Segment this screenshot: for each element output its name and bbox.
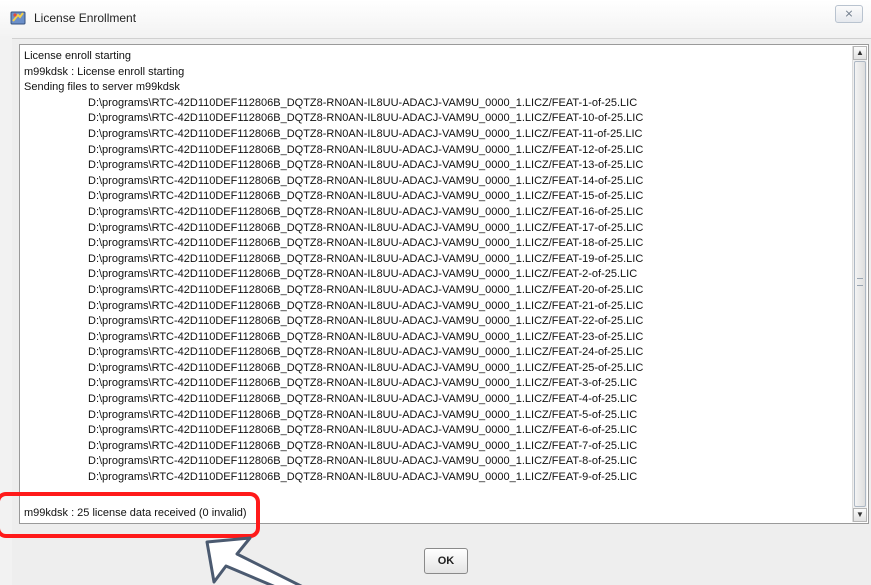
log-file-line: D:\programs\RTC-42D110DEF112806B_DQTZ8-R… bbox=[88, 268, 638, 281]
log-file-line: D:\programs\RTC-42D110DEF112806B_DQTZ8-R… bbox=[88, 424, 638, 437]
log-file-line: D:\programs\RTC-42D110DEF112806B_DQTZ8-R… bbox=[88, 330, 644, 343]
log-line: License enroll starting bbox=[24, 50, 132, 62]
log-file-line: D:\programs\RTC-42D110DEF112806B_DQTZ8-R… bbox=[88, 190, 644, 203]
log-file-line: D:\programs\RTC-42D110DEF112806B_DQTZ8-R… bbox=[88, 96, 638, 109]
arrow-down-icon: ▼ bbox=[856, 510, 864, 519]
scroll-thumb[interactable] bbox=[854, 61, 866, 507]
log-file-line: D:\programs\RTC-42D110DEF112806B_DQTZ8-R… bbox=[88, 455, 638, 468]
log-file-line: D:\programs\RTC-42D110DEF112806B_DQTZ8-R… bbox=[88, 174, 644, 187]
log-line: m99kdsk : License enroll starting bbox=[24, 65, 185, 78]
scroll-down-button[interactable]: ▼ bbox=[853, 508, 867, 522]
ok-button[interactable]: OK bbox=[424, 548, 468, 574]
arrow-up-icon: ▲ bbox=[856, 48, 864, 57]
log-line: Sending files to server m99kdsk bbox=[24, 81, 180, 94]
log-file-line: D:\programs\RTC-42D110DEF112806B_DQTZ8-R… bbox=[88, 346, 644, 359]
log-file-line: D:\programs\RTC-42D110DEF112806B_DQTZ8-R… bbox=[88, 283, 644, 296]
log-file-line: D:\programs\RTC-42D110DEF112806B_DQTZ8-R… bbox=[88, 361, 644, 374]
grip-icon bbox=[857, 278, 863, 286]
callout-arrow-icon bbox=[205, 536, 303, 585]
log-file-line: D:\programs\RTC-42D110DEF112806B_DQTZ8-R… bbox=[88, 439, 638, 452]
vertical-scrollbar[interactable]: ▲ ▼ bbox=[852, 46, 867, 522]
scroll-up-button[interactable]: ▲ bbox=[853, 46, 867, 60]
log-file-line: D:\programs\RTC-42D110DEF112806B_DQTZ8-R… bbox=[88, 159, 644, 172]
log-file-line: D:\programs\RTC-42D110DEF112806B_DQTZ8-R… bbox=[88, 143, 644, 156]
log-file-line: D:\programs\RTC-42D110DEF112806B_DQTZ8-R… bbox=[88, 127, 643, 140]
window-title: License Enrollment bbox=[34, 11, 137, 25]
close-button[interactable]: ⨯ bbox=[835, 5, 863, 23]
log-file-line: D:\programs\RTC-42D110DEF112806B_DQTZ8-R… bbox=[88, 205, 644, 218]
log-file-line: D:\programs\RTC-42D110DEF112806B_DQTZ8-R… bbox=[88, 408, 638, 421]
log-file-line: D:\programs\RTC-42D110DEF112806B_DQTZ8-R… bbox=[88, 393, 638, 406]
log-file-line: D:\programs\RTC-42D110DEF112806B_DQTZ8-R… bbox=[88, 299, 644, 312]
log-file-line: D:\programs\RTC-42D110DEF112806B_DQTZ8-R… bbox=[88, 112, 644, 125]
log-file-line: D:\programs\RTC-42D110DEF112806B_DQTZ8-R… bbox=[88, 377, 638, 390]
log-file-line: D:\programs\RTC-42D110DEF112806B_DQTZ8-R… bbox=[88, 252, 644, 265]
log-lines: License enroll starting m99kdsk : License… bbox=[24, 49, 850, 486]
log-file-line: D:\programs\RTC-42D110DEF112806B_DQTZ8-R… bbox=[88, 237, 644, 250]
log-file-line: D:\programs\RTC-42D110DEF112806B_DQTZ8-R… bbox=[88, 471, 638, 484]
log-output-panel[interactable]: License enroll starting m99kdsk : License… bbox=[19, 44, 869, 524]
log-file-line: D:\programs\RTC-42D110DEF112806B_DQTZ8-R… bbox=[88, 221, 644, 234]
app-tools-icon bbox=[10, 11, 26, 25]
title-bar[interactable]: License Enrollment ⨯ bbox=[0, 0, 871, 39]
log-file-line: D:\programs\RTC-42D110DEF112806B_DQTZ8-R… bbox=[88, 315, 644, 328]
license-enrollment-window: License Enrollment ⨯ License enroll star… bbox=[0, 0, 871, 585]
close-icon: ⨯ bbox=[844, 8, 854, 20]
